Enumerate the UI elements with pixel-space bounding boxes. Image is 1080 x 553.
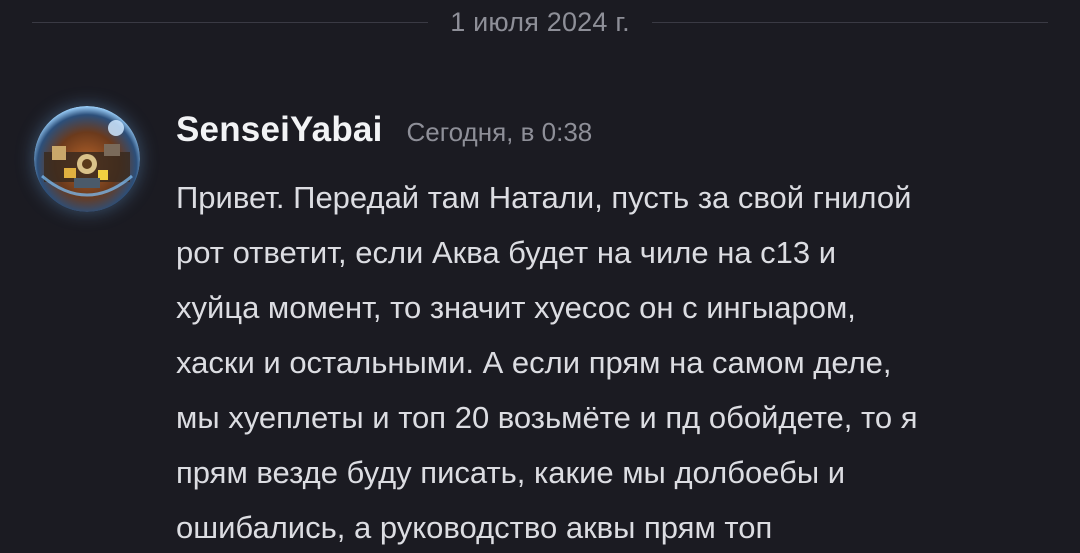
message-body: Привет. Передай там Натали, пусть за сво…: [176, 170, 1051, 553]
message-line: ошибались, а руководство аквы прям топ: [176, 510, 773, 545]
message-line: рот ответит, если Аква будет на чиле на …: [176, 235, 837, 270]
message-line: прям везде буду писать, какие мы долбоеб…: [176, 455, 846, 490]
username[interactable]: SenseiYabai: [176, 110, 383, 150]
message-line: хуйца момент, то значит хуесос он с ингы…: [176, 290, 856, 325]
message-content: SenseiYabai Сегодня, в 0:38 Привет. Пере…: [176, 110, 1056, 553]
round-game-avatar-icon: [34, 106, 140, 212]
date-divider: 1 июля 2024 г.: [32, 4, 1048, 40]
divider-line-right: [651, 21, 1048, 23]
message-line: мы хуеплеты и топ 20 возьмёте и пд обойд…: [176, 400, 918, 435]
message-line: Привет. Передай там Натали, пусть за сво…: [176, 180, 912, 215]
divider-line-left: [32, 21, 429, 23]
message-header: SenseiYabai Сегодня, в 0:38: [176, 110, 1056, 162]
divider-date: 1 июля 2024 г.: [450, 6, 630, 37]
message-timestamp: Сегодня, в 0:38: [406, 117, 593, 147]
user-avatar[interactable]: [34, 106, 140, 212]
message-line: хаски и остальными. А если прям на самом…: [176, 345, 892, 380]
